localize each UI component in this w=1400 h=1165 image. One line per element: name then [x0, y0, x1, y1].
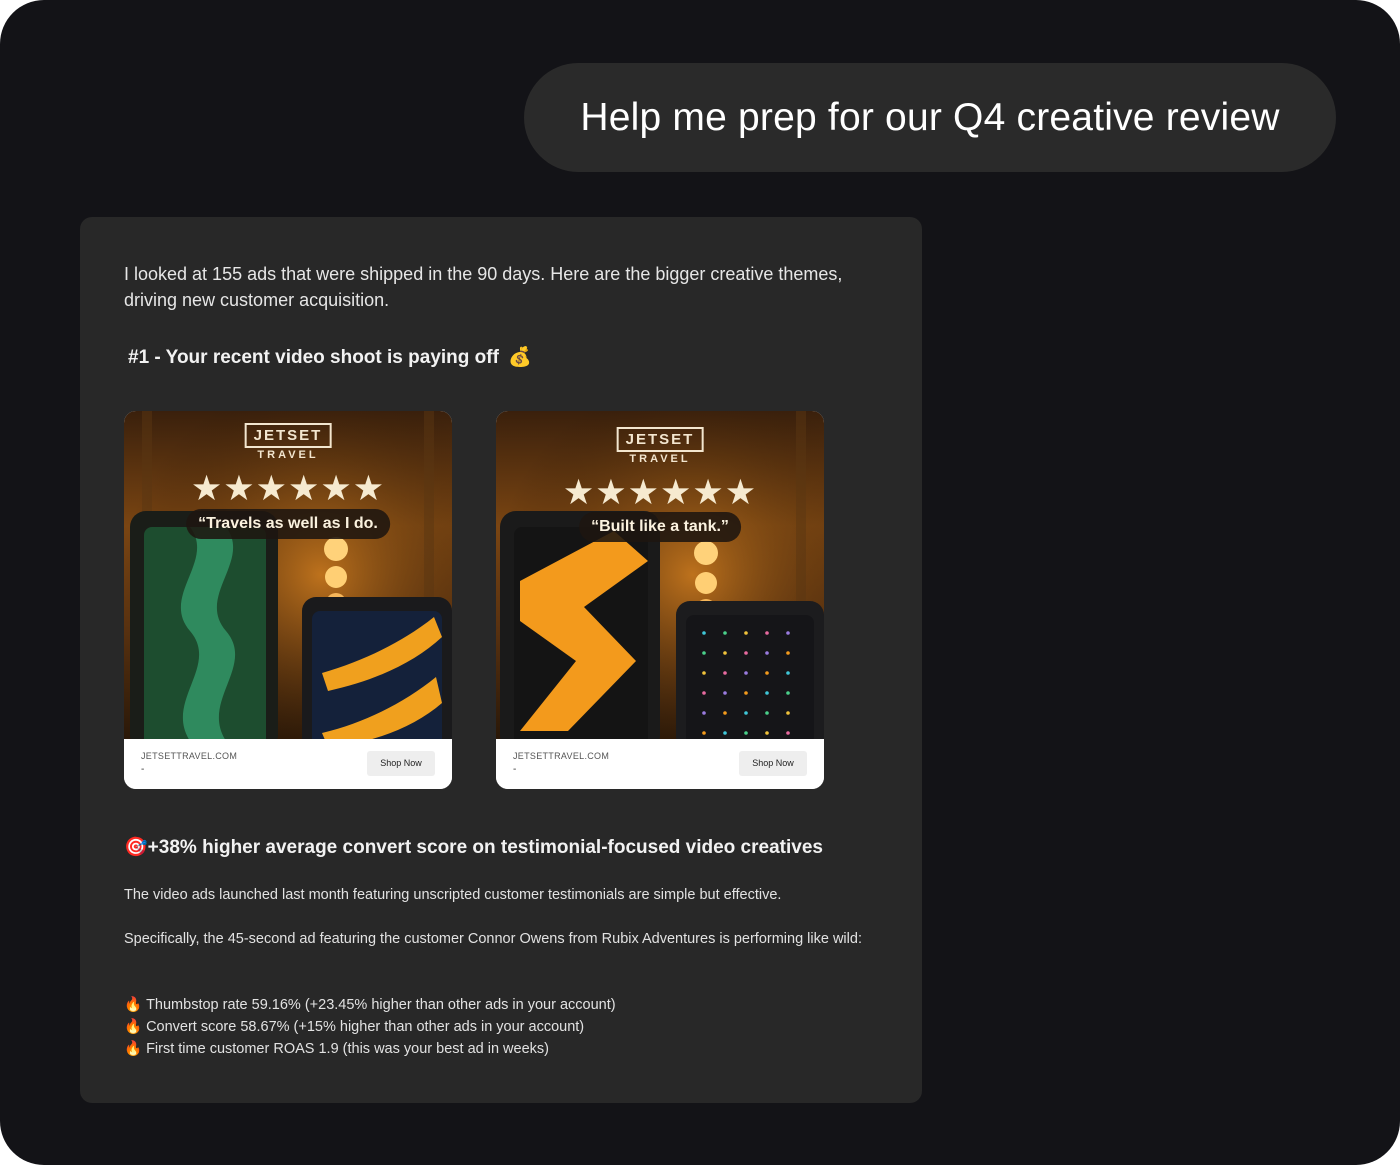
metrics-list: 🔥 Thumbstop rate 59.16% (+23.45% higher t…	[124, 994, 616, 1060]
user-message-bubble: Help me prep for our Q4 creative review	[524, 63, 1336, 172]
ad-footer: JETSETTRAVEL.COM - Shop Now	[496, 739, 824, 789]
fire-icon: 🔥	[124, 1041, 143, 1057]
ad-preview-1[interactable]: JETSET TRAVEL ★★★★★★ “Travels as well as…	[124, 411, 452, 789]
ad-preview-2[interactable]: JETSET TRAVEL ★★★★★★ “Built like a tank.…	[496, 411, 824, 789]
assistant-reply-card: I looked at 155 ads that were shipped in…	[80, 217, 922, 1103]
ad-headline: -	[141, 764, 145, 775]
ad-domain: JETSETTRAVEL.COM	[141, 751, 238, 761]
star-rating: ★★★★★★	[562, 473, 758, 512]
list-item: 🔥 Thumbstop rate 59.16% (+23.45% higher t…	[124, 994, 616, 1016]
ad-creative-image: JETSET TRAVEL ★★★★★★ “Built like a tank.…	[496, 411, 824, 739]
list-item: 🔥 Convert score 58.67% (+15% higher than …	[124, 1016, 616, 1038]
reply-paragraph-2: Specifically, the 45-second ad featuring…	[124, 931, 862, 947]
list-item-text: Thumbstop rate 59.16% (+23.45% higher th…	[146, 997, 616, 1013]
list-item-text: First time customer ROAS 1.9 (this was y…	[146, 1041, 549, 1057]
fire-icon: 🔥	[124, 997, 143, 1013]
target-icon: 🎯	[124, 837, 148, 858]
user-message-text: Help me prep for our Q4 creative review	[580, 95, 1280, 139]
brand-logo: JETSET	[244, 423, 332, 448]
reply-paragraph-1: The video ads launched last month featur…	[124, 887, 782, 903]
list-item: 🔥 First time customer ROAS 1.9 (this was …	[124, 1038, 616, 1060]
money-bag-icon: 💰	[508, 347, 532, 368]
brand-logo-sub: TRAVEL	[257, 449, 319, 461]
brand-logo-sub: TRAVEL	[629, 453, 691, 465]
app-canvas: Help me prep for our Q4 creative review …	[0, 0, 1400, 1165]
theme1-heading-text: #1 - Your recent video shoot is paying o…	[128, 347, 499, 368]
testimonial-quote: “Travels as well as I do.	[186, 509, 390, 539]
stat-heading: 🎯+38% higher average convert score on te…	[124, 835, 823, 859]
fire-icon: 🔥	[124, 1019, 143, 1035]
ad-footer: JETSETTRAVEL.COM - Shop Now	[124, 739, 452, 789]
list-item-text: Convert score 58.67% (+15% higher than o…	[146, 1019, 585, 1035]
shop-now-button[interactable]: Shop Now	[367, 751, 435, 776]
testimonial-quote: “Built like a tank.”	[579, 512, 741, 542]
brand-logo: JETSET	[616, 427, 704, 452]
reply-intro: I looked at 155 ads that were shipped in…	[124, 264, 843, 310]
star-rating: ★★★★★★	[190, 469, 386, 508]
theme1-heading: #1 - Your recent video shoot is paying o…	[128, 345, 532, 369]
stat-heading-text: +38% higher average convert score on tes…	[147, 837, 823, 858]
ad-domain: JETSETTRAVEL.COM	[513, 751, 610, 761]
shop-now-button[interactable]: Shop Now	[739, 751, 807, 776]
ad-creative-image: JETSET TRAVEL ★★★★★★ “Travels as well as…	[124, 411, 452, 739]
ad-headline: -	[513, 764, 517, 775]
